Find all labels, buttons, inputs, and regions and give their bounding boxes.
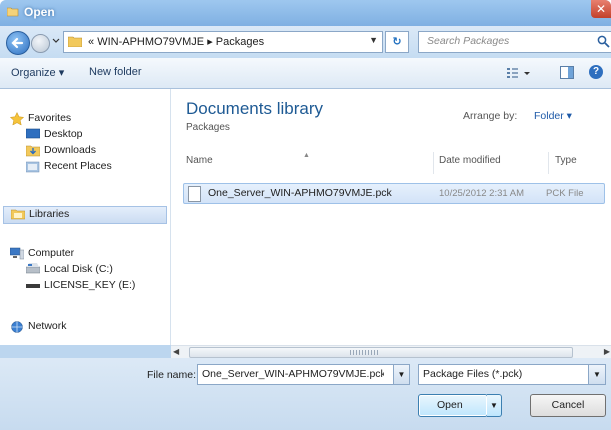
downloads-icon bbox=[26, 145, 40, 157]
title-bar: Open ✕ bbox=[0, 0, 611, 26]
open-button[interactable]: Open bbox=[418, 394, 488, 417]
forward-button[interactable] bbox=[31, 34, 50, 53]
open-dialog: Open ✕ « WIN-APHMO79VMJE ▸ Packages ▼ ↻ … bbox=[0, 0, 611, 430]
help-icon[interactable]: ? bbox=[589, 65, 603, 79]
scroll-right-icon[interactable]: ▶ bbox=[604, 347, 610, 356]
nav-libraries[interactable]: Libraries bbox=[3, 206, 167, 224]
folder-icon bbox=[68, 36, 82, 47]
dialog-footer: File name: One_Server_WIN-APHMO79VMJE.pc… bbox=[0, 358, 611, 430]
arrow-left-icon bbox=[11, 37, 24, 49]
file-list-pane: Documents library Packages Arrange by: F… bbox=[171, 89, 611, 345]
navigation-pane: Favorites Desktop Downloads Recent Place… bbox=[0, 89, 171, 345]
change-view-icon[interactable] bbox=[507, 67, 531, 79]
open-options-dropdown[interactable]: ▼ bbox=[487, 394, 502, 417]
column-divider[interactable] bbox=[548, 152, 549, 174]
search-box[interactable]: Search Packages bbox=[418, 31, 611, 53]
breadcrumb-computer[interactable]: WIN-APHMO79VMJE bbox=[97, 36, 204, 48]
filetype-select[interactable]: Package Files (*.pck) ▼ bbox=[418, 364, 606, 385]
refresh-icon: ↻ bbox=[392, 36, 402, 48]
scroll-left-icon[interactable]: ◀ bbox=[173, 347, 179, 356]
desktop-icon bbox=[26, 128, 40, 139]
network-icon bbox=[11, 321, 23, 333]
recent-places-icon bbox=[26, 161, 40, 173]
preview-pane-icon[interactable] bbox=[560, 66, 574, 79]
cancel-button[interactable]: Cancel bbox=[530, 394, 606, 417]
column-header-date[interactable]: Date modified bbox=[439, 155, 501, 173]
filetype-value: Package Files (*.pck) bbox=[423, 368, 523, 380]
back-button[interactable] bbox=[6, 31, 30, 55]
search-placeholder: Search Packages bbox=[427, 35, 510, 47]
filename-label: File name: bbox=[147, 369, 197, 381]
window-title: Open bbox=[24, 5, 55, 19]
column-header-name[interactable]: Name bbox=[186, 155, 213, 173]
filename-dropdown-button[interactable]: ▼ bbox=[393, 364, 410, 385]
sort-ascending-icon: ▲ bbox=[303, 152, 310, 159]
address-overflow[interactable]: « bbox=[88, 36, 94, 48]
scrollbar-grip bbox=[350, 350, 380, 355]
computer-icon bbox=[10, 247, 24, 260]
arrange-by-label: Arrange by: bbox=[463, 110, 518, 122]
recent-pages-chevron-icon[interactable] bbox=[52, 37, 60, 45]
filename-input[interactable]: One_Server_WIN-APHMO79VMJE.pck bbox=[197, 364, 395, 385]
hard-disk-icon bbox=[26, 263, 40, 274]
star-icon bbox=[10, 112, 24, 126]
file-icon bbox=[188, 186, 201, 202]
file-type: PCK File bbox=[546, 188, 584, 199]
file-date: 10/25/2012 2:31 AM bbox=[439, 188, 525, 199]
libraries-icon bbox=[11, 209, 25, 220]
column-divider[interactable] bbox=[433, 152, 434, 174]
column-header-type[interactable]: Type bbox=[555, 155, 577, 173]
filetype-dropdown-icon[interactable]: ▼ bbox=[588, 365, 605, 384]
close-button[interactable]: ✕ bbox=[591, 0, 611, 18]
removable-drive-icon bbox=[26, 284, 40, 288]
file-name: One_Server_WIN-APHMO79VMJE.pck bbox=[208, 187, 392, 199]
arrange-by-dropdown[interactable]: Folder ▾ bbox=[534, 110, 572, 122]
scrollbar-thumb[interactable] bbox=[189, 347, 573, 358]
filename-value: One_Server_WIN-APHMO79VMJE.pck bbox=[202, 368, 384, 380]
library-subtitle: Packages bbox=[186, 122, 230, 133]
new-folder-button[interactable]: New folder bbox=[89, 66, 142, 78]
breadcrumb-packages[interactable]: Packages bbox=[216, 36, 264, 48]
address-bar[interactable]: « WIN-APHMO79VMJE ▸ Packages ▼ bbox=[63, 31, 383, 53]
address-dropdown-icon[interactable]: ▼ bbox=[369, 35, 378, 45]
file-row[interactable]: One_Server_WIN-APHMO79VMJE.pck 10/25/201… bbox=[183, 183, 605, 204]
breadcrumb-separator[interactable]: ▸ bbox=[207, 36, 216, 48]
navigation-bar: « WIN-APHMO79VMJE ▸ Packages ▼ ↻ Search … bbox=[0, 26, 611, 58]
library-title: Documents library bbox=[186, 99, 323, 118]
search-icon[interactable] bbox=[597, 35, 610, 48]
refresh-button[interactable]: ↻ bbox=[385, 31, 409, 53]
command-bar: Organize ▾ New folder ? bbox=[0, 58, 611, 89]
organize-menu[interactable]: Organize ▾ bbox=[11, 66, 64, 79]
horizontal-scrollbar[interactable]: ◀ ▶ bbox=[171, 345, 611, 358]
folder-open-icon bbox=[7, 7, 19, 17]
